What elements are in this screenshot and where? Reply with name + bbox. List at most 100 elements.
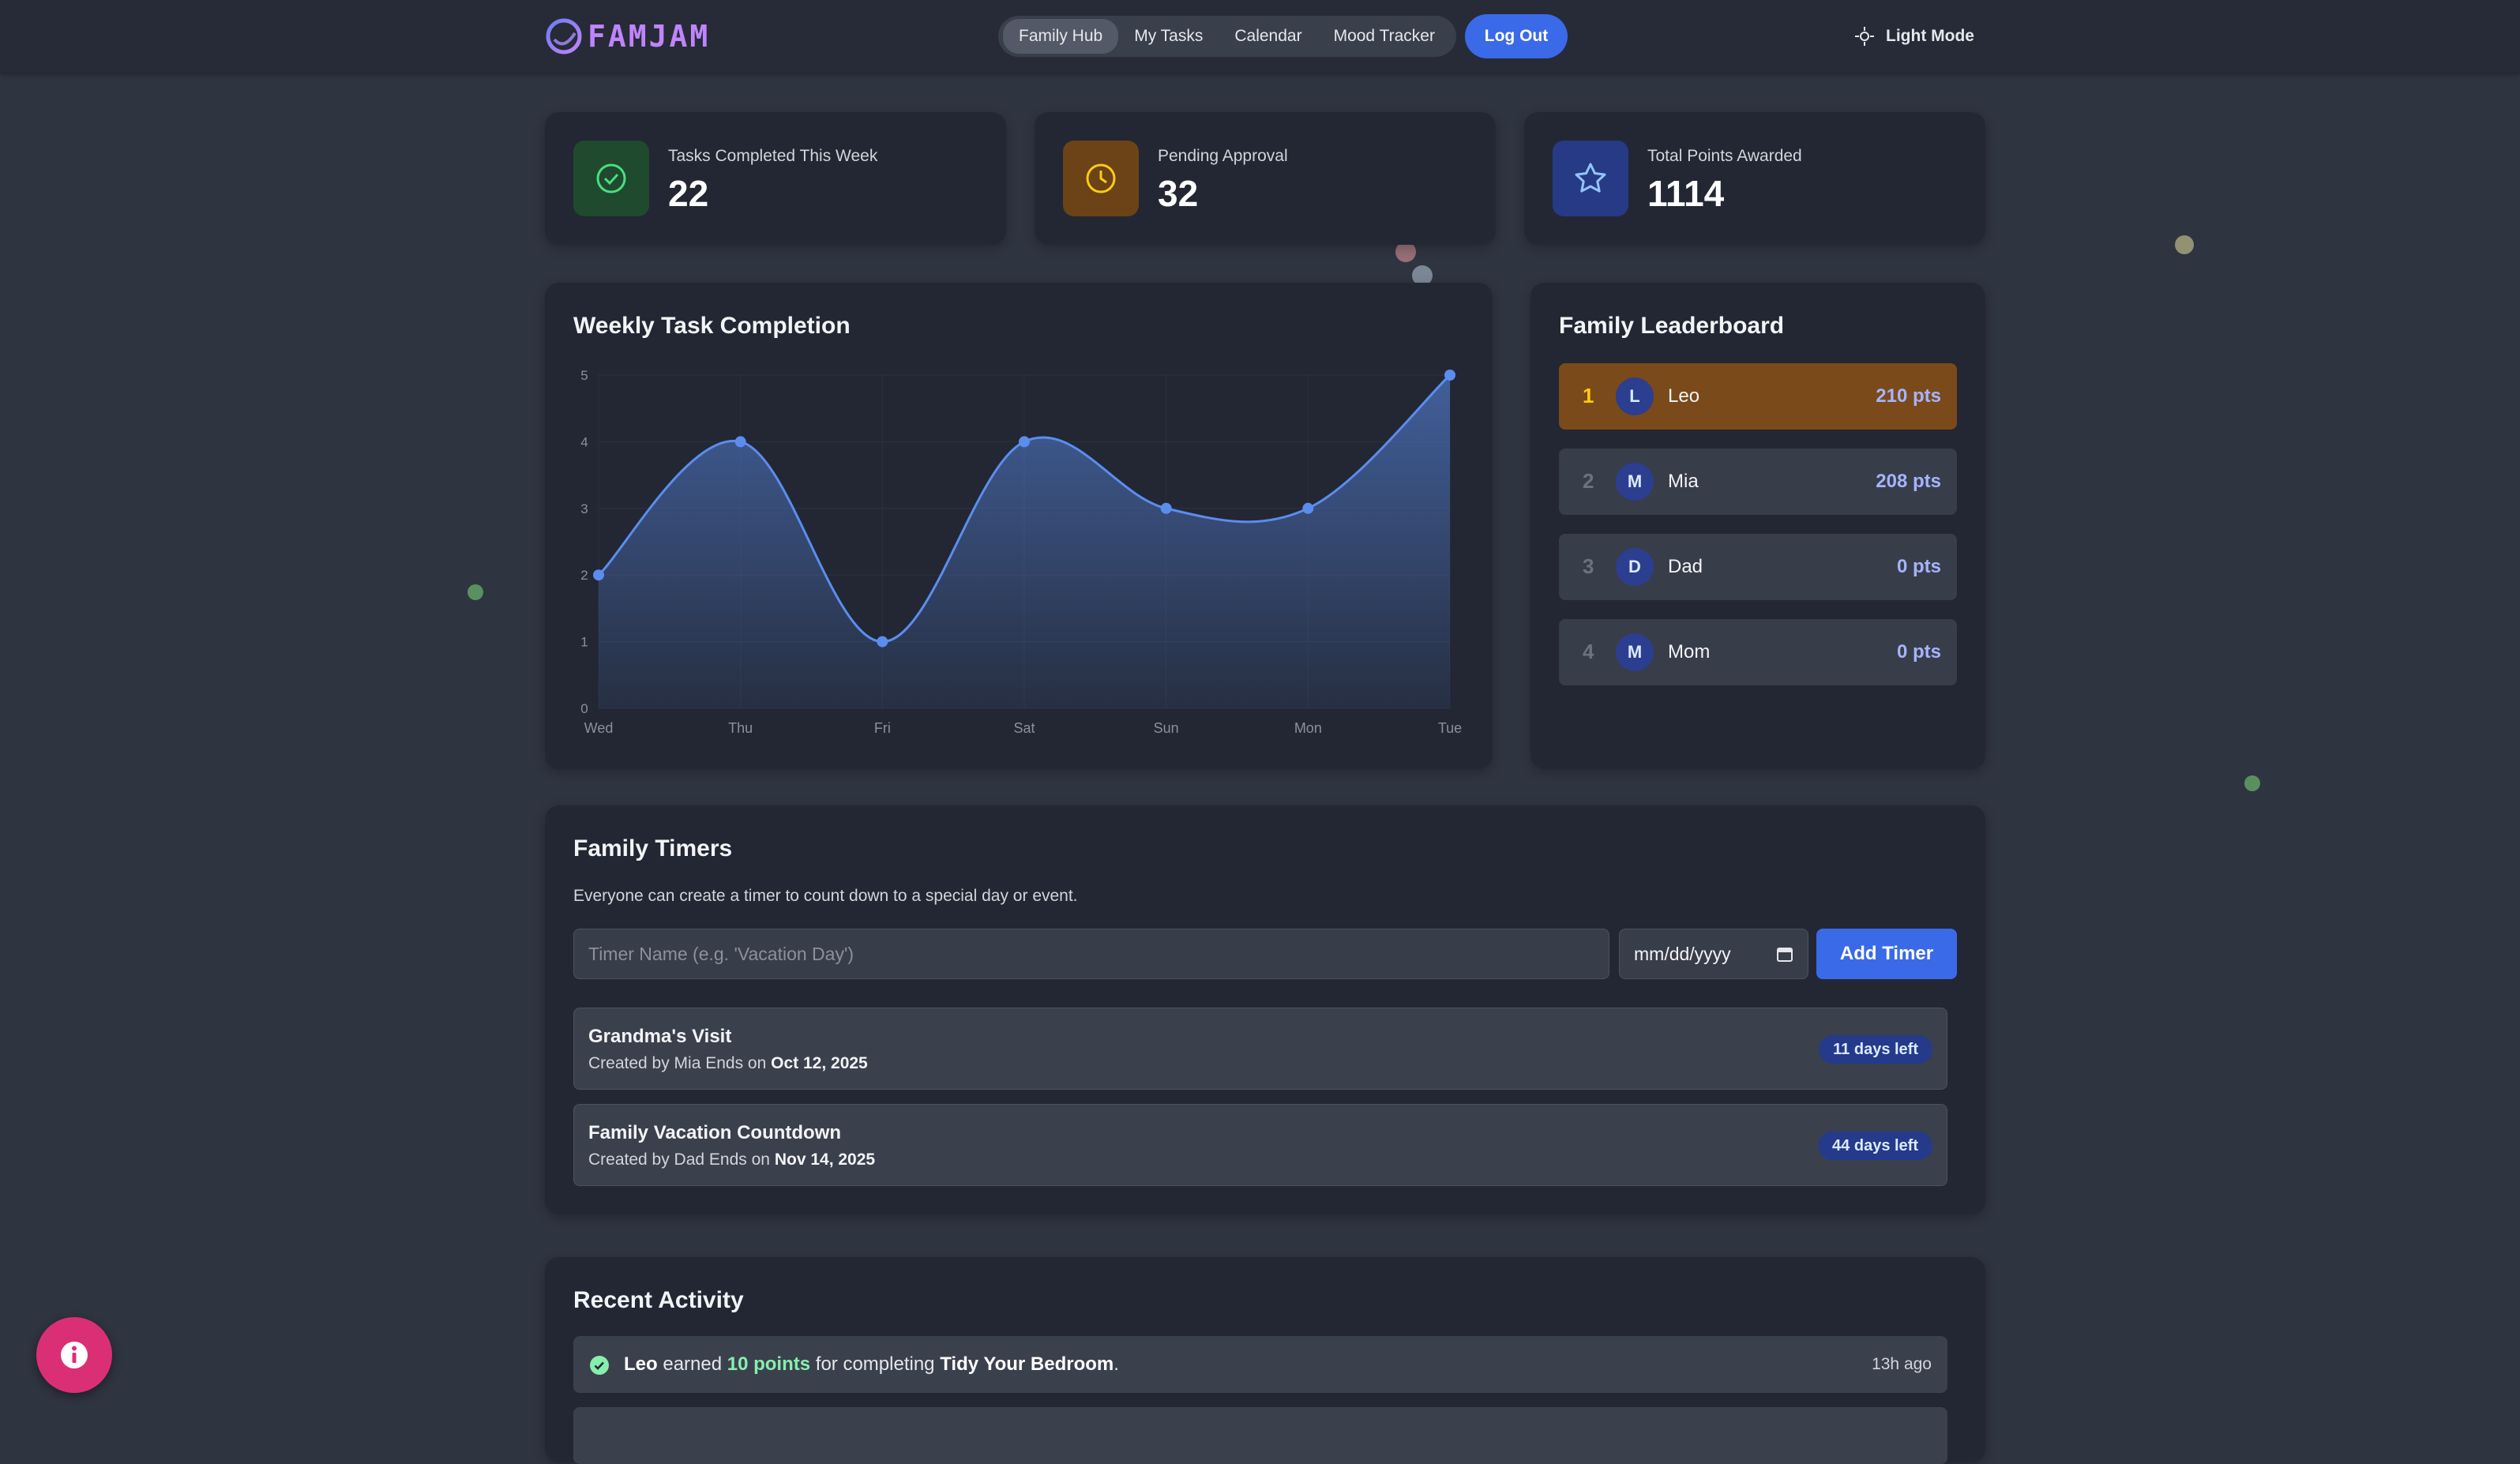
leaderboard-row: 4 M Mom 0 pts (1559, 619, 1957, 685)
chart-point (1160, 502, 1172, 514)
top-navbar: FAMJAM Family Hub My Tasks Calendar Mood… (0, 0, 2520, 73)
activity-time: 13h ago (1872, 1355, 1932, 1373)
days-left-badge: 44 days left (1818, 1132, 1932, 1160)
activity-item (573, 1407, 1947, 1464)
timer-item[interactable]: Grandma's Visit Created by Mia Ends on O… (573, 1008, 1947, 1090)
theme-toggle-label: Light Mode (1886, 27, 1974, 45)
timer-date-placeholder: mm/dd/yyyy (1634, 943, 1731, 964)
x-tick-label: Mon (1294, 720, 1322, 736)
avatar: D (1616, 548, 1654, 586)
theme-toggle-button[interactable]: Light Mode (1854, 22, 1974, 51)
nav-mood-tracker[interactable]: Mood Tracker (1318, 19, 1451, 54)
chart-point (1019, 436, 1030, 448)
leaderboard-name: Mom (1668, 641, 1711, 663)
leaderboard-rank: 1 (1583, 384, 1594, 407)
y-tick-label: 3 (580, 501, 588, 516)
star-icon (1553, 141, 1628, 216)
info-icon (61, 1342, 88, 1368)
timer-title: Grandma's Visit (588, 1026, 732, 1047)
activity-end: . (1114, 1353, 1119, 1375)
recent-activity-card: Recent Activity Leo earned 10 points for… (545, 1257, 1985, 1464)
leaderboard-rank: 3 (1583, 554, 1594, 578)
weekly-task-chart-card: Weekly Task Completion 0 1 2 3 4 5 Wed Thu Fri Sa… (545, 283, 1493, 769)
stat-label: Pending Approval (1158, 147, 1288, 165)
avatar: L (1616, 377, 1654, 415)
timer-name-input[interactable] (573, 929, 1609, 979)
stat-label: Total Points Awarded (1647, 147, 1802, 165)
clock-icon (1063, 141, 1139, 216)
timers-description: Everyone can create a timer to count dow… (573, 887, 1078, 905)
chart-point (593, 569, 604, 581)
leaderboard-name: Mia (1668, 471, 1699, 492)
stat-value: 32 (1158, 173, 1199, 214)
check-circle-icon (590, 1356, 609, 1375)
leaderboard-points: 210 pts (1876, 385, 1941, 407)
x-tick-label: Thu (728, 720, 753, 736)
family-leaderboard-card: Family Leaderboard 1 L Leo 210 pts 2 M M… (1530, 283, 1985, 769)
y-tick-label: 2 (580, 568, 588, 583)
leaderboard-row: 3 D Dad 0 pts (1559, 534, 1957, 600)
x-tick-label: Sat (1013, 720, 1035, 736)
stat-card-total-points: Total Points Awarded 1114 (1524, 112, 1985, 245)
activity-task: Tidy Your Bedroom (940, 1353, 1114, 1375)
chart-point (877, 636, 888, 648)
timer-created-by: Created by Dad Ends on (588, 1151, 770, 1169)
leaderboard-row: 2 M Mia 208 pts (1559, 449, 1957, 515)
stat-card-tasks-completed: Tasks Completed This Week 22 (545, 112, 1006, 245)
nav-family-hub[interactable]: Family Hub (1003, 19, 1119, 54)
activity-verb: earned (663, 1353, 723, 1375)
y-tick-label: 4 (580, 434, 588, 449)
nav-my-tasks[interactable]: My Tasks (1118, 19, 1219, 54)
logo-icon (546, 18, 582, 54)
stat-value: 1114 (1647, 173, 1725, 214)
app-logo[interactable]: FAMJAM (543, 14, 710, 58)
activity-user: Leo (624, 1353, 658, 1375)
avatar: M (1616, 633, 1654, 671)
y-tick-label: 0 (580, 701, 588, 716)
leaderboard-title: Family Leaderboard (1559, 313, 1785, 339)
leaderboard-points: 0 pts (1896, 641, 1941, 663)
decorative-dot (468, 584, 483, 600)
family-timers-card: Family Timers Everyone can create a time… (545, 805, 1985, 1214)
leaderboard-rank: 2 (1583, 469, 1594, 493)
days-left-badge: 11 days left (1819, 1035, 1932, 1064)
logo-text: FAMJAM (588, 19, 711, 54)
activity-text: Leo earned 10 points for completing Tidy… (624, 1353, 1119, 1376)
x-tick-label: Wed (584, 720, 614, 736)
timer-date-input[interactable]: mm/dd/yyyy (1619, 929, 1808, 979)
activity-title: Recent Activity (573, 1287, 744, 1313)
decorative-dot (2175, 235, 2194, 254)
activity-item: Leo earned 10 points for completing Tidy… (573, 1336, 1947, 1393)
stat-label: Tasks Completed This Week (668, 147, 878, 165)
leaderboard-points: 0 pts (1896, 556, 1941, 577)
logout-button[interactable]: Log Out (1465, 14, 1568, 58)
nav-calendar[interactable]: Calendar (1219, 19, 1317, 54)
chart-point (734, 436, 746, 448)
avatar: M (1616, 463, 1654, 501)
y-tick-label: 1 (580, 635, 588, 650)
timer-end-date: Oct 12, 2025 (771, 1054, 868, 1072)
activity-middle: for completing (815, 1353, 935, 1375)
add-timer-button[interactable]: Add Timer (1816, 929, 1957, 979)
stat-value: 22 (668, 173, 709, 214)
decorative-dot (2244, 775, 2260, 791)
x-tick-label: Fri (874, 720, 891, 736)
timers-title: Family Timers (573, 835, 733, 862)
timer-item[interactable]: Family Vacation Countdown Created by Dad… (573, 1104, 1947, 1186)
leaderboard-rank: 4 (1583, 640, 1594, 663)
x-tick-label: Sun (1154, 720, 1179, 736)
activity-points: 10 points (727, 1353, 811, 1375)
info-button[interactable] (36, 1317, 112, 1393)
timer-meta: Created by Mia Ends on Oct 12, 2025 (588, 1054, 868, 1073)
timer-meta: Created by Dad Ends on Nov 14, 2025 (588, 1151, 875, 1169)
check-circle-icon (573, 141, 649, 216)
chart-point (1444, 370, 1455, 381)
leaderboard-row: 1 L Leo 210 pts (1559, 363, 1957, 430)
x-tick-label: Tue (1438, 720, 1462, 736)
weekly-task-chart: 0 1 2 3 4 5 Wed Thu Fri Sat Sun Mon Tue (580, 368, 1462, 736)
timer-created-by: Created by Mia Ends on (588, 1054, 767, 1072)
chart-point (1302, 502, 1314, 514)
timer-end-date: Nov 14, 2025 (774, 1151, 876, 1169)
leaderboard-points: 208 pts (1876, 471, 1941, 492)
y-tick-label: 5 (580, 368, 588, 383)
